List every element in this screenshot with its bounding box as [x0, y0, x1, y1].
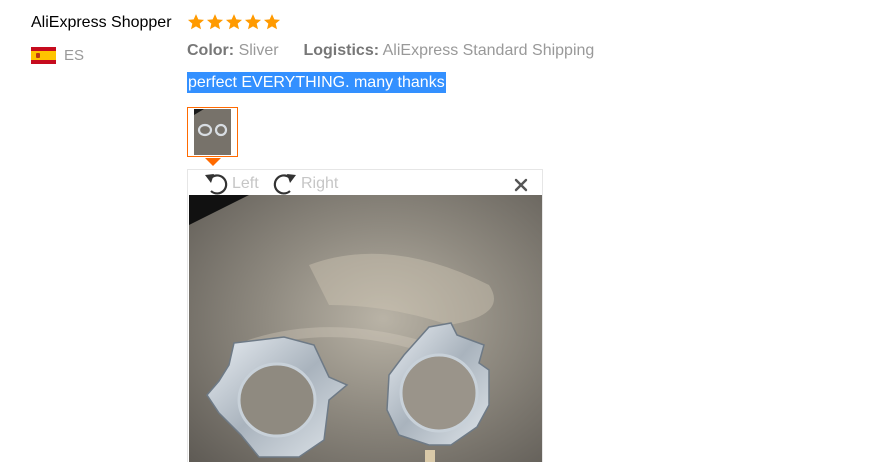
star-rating [187, 13, 281, 31]
star-icon [206, 14, 224, 30]
order-info: Color: Sliver Logistics: AliExpress Stan… [187, 42, 594, 60]
rotate-right-icon [273, 173, 296, 195]
reviewer-name: AliExpress Shopper [31, 14, 172, 31]
photo-viewer: Left Right [187, 169, 543, 462]
country-code: ES [64, 47, 85, 64]
color-value: Sliver [238, 42, 279, 59]
logistics-label: Logistics: [303, 42, 380, 59]
spain-flag-icon [31, 47, 56, 64]
star-icon [187, 14, 205, 30]
rotate-left-label: Left [232, 174, 259, 192]
reviewer-country: ES [31, 47, 84, 64]
thumbnail-pointer [205, 158, 221, 166]
rotate-left-icon [205, 173, 228, 195]
star-icon [244, 14, 262, 30]
rotate-left-button[interactable]: Left [202, 170, 259, 195]
review-photo-image [189, 195, 542, 462]
review-photo [189, 195, 542, 462]
viewer-toolbar: Left Right [188, 170, 542, 195]
feedback-text: perfect EVERYTHING. many thanks [187, 72, 446, 93]
color-label: Color: [187, 42, 235, 59]
rotate-right-button[interactable]: Right [271, 170, 338, 195]
review-item: AliExpress Shopper ES Color: Sliver Logi… [0, 0, 881, 462]
thumbnail-image [194, 109, 231, 155]
star-icon [263, 14, 281, 30]
star-icon [225, 14, 243, 30]
logistics-value: AliExpress Standard Shipping [382, 42, 595, 59]
rotate-right-label: Right [301, 174, 339, 192]
close-icon[interactable] [514, 178, 528, 192]
photo-thumbnail[interactable] [187, 107, 238, 157]
